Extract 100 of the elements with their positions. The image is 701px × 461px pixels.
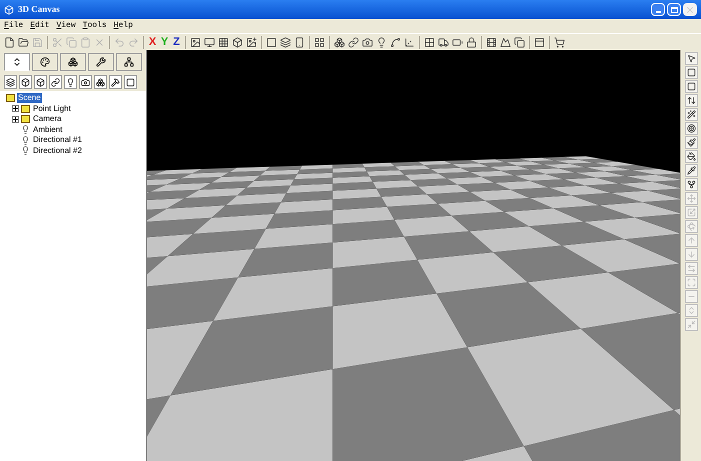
menu-item[interactable]: Tools <box>82 20 107 32</box>
down-arrow-icon <box>686 250 696 259</box>
minimize-button[interactable] <box>651 3 665 16</box>
tree-item[interactable]: Point Light <box>32 104 72 114</box>
tool-button[interactable] <box>684 66 698 79</box>
panel-icon[interactable] <box>534 36 545 48</box>
tools-icon <box>96 57 106 67</box>
box-icon <box>21 78 30 86</box>
tree-item[interactable]: Ambient <box>32 124 64 135</box>
folder-icon[interactable] <box>18 36 29 48</box>
grid-icon[interactable] <box>218 36 229 48</box>
panel-tab[interactable] <box>88 53 114 71</box>
tool-button[interactable] <box>684 52 698 65</box>
grid-icon[interactable] <box>314 36 325 48</box>
leftright-arrow-icon <box>686 264 696 273</box>
chevrons-icon <box>686 306 696 315</box>
app-icon <box>4 4 14 14</box>
menu-item[interactable]: File <box>4 20 24 32</box>
cart-icon[interactable] <box>554 36 565 48</box>
tool-button[interactable] <box>684 122 698 135</box>
shrink-icon <box>686 320 696 329</box>
menu-item[interactable]: View <box>56 20 76 32</box>
link-icon[interactable] <box>348 36 359 48</box>
panel-tool-button[interactable] <box>79 75 92 89</box>
bulb-icon <box>66 78 75 86</box>
landscape-icon[interactable] <box>500 36 511 48</box>
picture-icon[interactable] <box>190 36 201 48</box>
tool-button[interactable] <box>684 150 698 163</box>
panel-tab[interactable] <box>116 53 142 71</box>
monitor-icon[interactable] <box>204 36 215 48</box>
rotate-icon <box>686 222 696 231</box>
axis-label[interactable]: Z <box>171 34 182 50</box>
axis-label[interactable]: X <box>147 34 158 50</box>
tool-button[interactable] <box>684 80 698 93</box>
truck-icon[interactable] <box>438 36 449 48</box>
wand-icon <box>686 110 696 119</box>
close-icon <box>685 4 695 14</box>
battery-icon[interactable] <box>452 36 463 48</box>
up-arrow-icon <box>686 236 696 245</box>
panel-tool-button[interactable] <box>64 75 77 89</box>
tool-button[interactable] <box>684 178 698 191</box>
tree-item[interactable]: Directional #1 <box>32 135 83 146</box>
panel-tool-button[interactable] <box>19 75 32 89</box>
maximize-button[interactable] <box>667 3 681 16</box>
panel-tool-button[interactable] <box>94 75 107 89</box>
window-title: 3D Canvas <box>18 2 60 16</box>
pointer-icon <box>686 54 696 63</box>
menu-item[interactable]: Help <box>114 20 133 32</box>
layers-icon[interactable] <box>280 36 291 48</box>
bulb-icon[interactable] <box>376 36 387 48</box>
tool-button[interactable] <box>684 108 698 121</box>
expand-icon <box>686 278 696 287</box>
square-icon <box>686 68 696 77</box>
tree-item[interactable]: Directional #2 <box>32 146 83 156</box>
target-icon <box>686 124 696 133</box>
axis-icon[interactable] <box>404 36 415 48</box>
3d-viewport[interactable] <box>147 50 680 461</box>
close-button[interactable] <box>683 3 697 16</box>
panel-tab[interactable] <box>60 53 86 71</box>
expand-icon[interactable] <box>12 116 19 123</box>
tool-button[interactable] <box>684 94 698 107</box>
checker-icon[interactable] <box>424 36 435 48</box>
boxes-icon[interactable] <box>334 36 345 48</box>
fork-icon <box>686 180 696 189</box>
brush-icon <box>686 138 696 147</box>
film-icon[interactable] <box>486 36 497 48</box>
hammer-icon <box>111 78 120 86</box>
expand-icon[interactable] <box>12 105 19 112</box>
tool-button[interactable] <box>684 136 698 149</box>
boxes-icon <box>96 78 105 86</box>
panel-tab[interactable] <box>32 53 58 71</box>
scale-icon <box>686 208 696 217</box>
picture-icon[interactable] <box>246 36 257 48</box>
square-icon <box>686 82 696 91</box>
link-icon <box>51 78 60 86</box>
new-file-icon[interactable] <box>4 36 15 48</box>
network-icon <box>124 57 134 67</box>
windows-icon[interactable] <box>514 36 525 48</box>
panel-tool-button[interactable] <box>34 75 47 89</box>
menu-item[interactable]: Edit <box>30 20 50 32</box>
square-icon <box>126 78 135 86</box>
panel-tool-button[interactable] <box>124 75 137 89</box>
palette-icon <box>40 57 50 67</box>
updown-icon <box>12 57 22 67</box>
lock-icon[interactable] <box>466 36 477 48</box>
camera-icon <box>81 78 90 86</box>
panel-tool-button[interactable] <box>4 75 17 89</box>
panel-tool-button[interactable] <box>109 75 122 89</box>
tree-item[interactable]: Camera <box>32 114 62 124</box>
box-icon[interactable] <box>232 36 243 48</box>
curve-icon[interactable] <box>390 36 401 48</box>
camera-icon[interactable] <box>362 36 373 48</box>
panel-tool-button[interactable] <box>49 75 62 89</box>
move-icon <box>686 194 696 203</box>
tree-item[interactable]: Scene <box>17 93 42 104</box>
pipette-icon <box>686 166 696 175</box>
phone-icon[interactable] <box>294 36 305 48</box>
updown-arrow-icon <box>686 96 696 105</box>
tool-button[interactable] <box>684 164 698 177</box>
square-icon[interactable] <box>266 36 277 48</box>
